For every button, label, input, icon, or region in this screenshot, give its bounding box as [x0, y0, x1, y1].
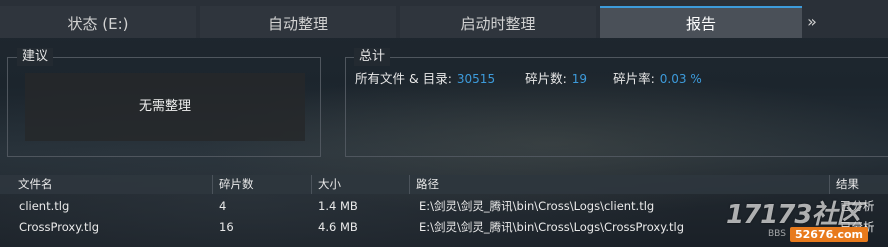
tab-auto-defrag[interactable]: 自动整理 [200, 6, 396, 38]
tab-boot-defrag[interactable]: 启动时整理 [400, 6, 596, 38]
cell-result: 已分析 [840, 199, 875, 213]
cell-size: 1.4 MB [318, 199, 358, 213]
stat-files: 所有文件 & 目录: 30515 [355, 71, 495, 87]
table-row[interactable]: CrossProxy.tlg 16 4.6 MB E:\剑灵\剑灵_腾讯\bin… [0, 217, 888, 238]
stat-files-value: 30515 [456, 72, 496, 86]
cell-size: 4.6 MB [318, 220, 358, 234]
tab-report[interactable]: 报告 [600, 6, 802, 38]
cell-filename: CrossProxy.tlg [19, 220, 100, 234]
table-row[interactable]: client.tlg 4 1.4 MB E:\剑灵\剑灵_腾讯\bin\Cros… [0, 196, 888, 217]
tab-bar: 状态 (E:) 自动整理 启动时整理 报告 » [0, 0, 888, 38]
cell-path: E:\剑灵\剑灵_腾讯\bin\Cross\Logs\client.tlg [419, 199, 655, 213]
table-header: 文件名 碎片数 大小 路径 结果 [0, 175, 888, 194]
tab-status[interactable]: 状态 (E:) [0, 6, 196, 38]
column-header-result[interactable]: 结果 [830, 175, 888, 194]
suggestion-text: 无需整理 [138, 99, 191, 114]
double-chevron-right-icon[interactable]: » [802, 6, 822, 38]
column-header-size[interactable]: 大小 [312, 175, 410, 194]
cell-fragments: 4 [219, 199, 227, 213]
stat-fragments: 碎片数: 19 [525, 71, 587, 87]
stat-fragments-value: 19 [571, 72, 588, 86]
column-header-filename[interactable]: 文件名 [12, 175, 213, 194]
stat-files-label: 所有文件 & 目录: [355, 71, 452, 86]
suggestion-panel: 无需整理 [25, 73, 305, 141]
cell-fragments: 16 [219, 220, 234, 234]
cell-filename: client.tlg [19, 199, 70, 213]
summary-group: 总计 所有文件 & 目录: 30515 碎片数: 19 碎片率: 0.03 % [345, 48, 888, 157]
summary-title: 总计 [354, 48, 391, 66]
suggestion-group: 建议 无需整理 [7, 48, 321, 157]
stat-fragments-label: 碎片数: [525, 71, 567, 86]
stat-rate-label: 碎片率: [613, 71, 655, 86]
stat-rate: 碎片率: 0.03 % [613, 71, 702, 87]
column-header-path[interactable]: 路径 [410, 175, 830, 194]
suggestion-title: 建议 [17, 48, 54, 66]
stat-rate-value: 0.03 % [659, 72, 702, 86]
cell-path: E:\剑灵\剑灵_腾讯\bin\Cross\Logs\CrossProxy.tl… [419, 220, 685, 234]
column-header-fragments[interactable]: 碎片数 [213, 175, 312, 194]
summary-stats: 所有文件 & 目录: 30515 碎片数: 19 碎片率: 0.03 % [355, 71, 702, 87]
cell-result: 已分析 [840, 220, 875, 234]
